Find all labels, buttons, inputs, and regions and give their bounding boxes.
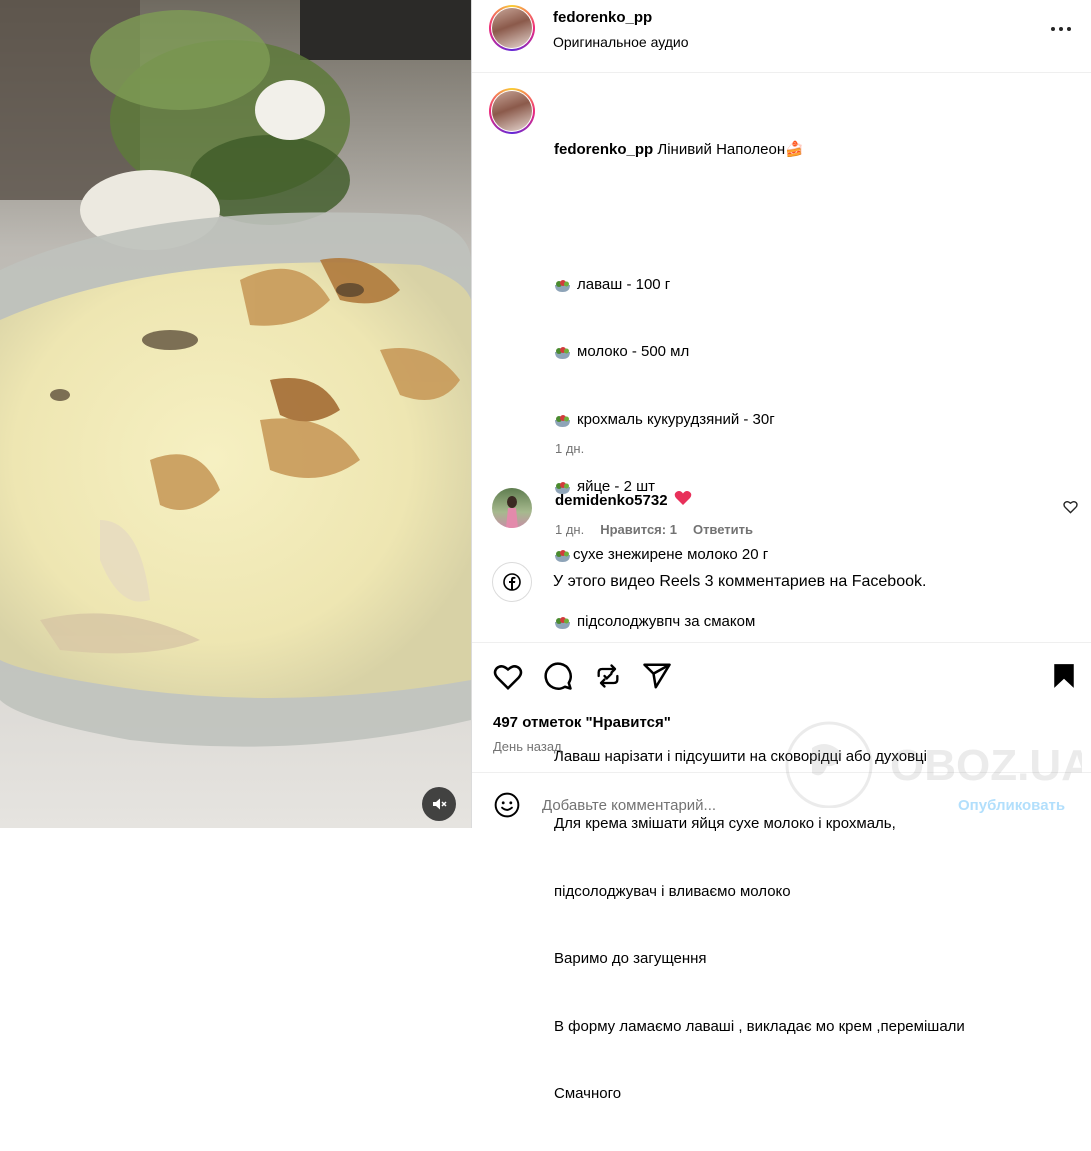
ingredient-text: крохмаль кукурудзяний - 30г: [577, 410, 775, 428]
step-line: Лаваш нарізати і підсушити на сковорідці…: [554, 747, 927, 765]
ingredient-text: підсолоджувпч за смаком: [577, 613, 756, 630]
caption-avatar[interactable]: [489, 88, 535, 134]
facebook-icon: [492, 562, 532, 602]
caption-title: Лінивий Наполеон🍰: [657, 141, 804, 158]
speaker-muted-icon: [433, 798, 447, 810]
commenter-username[interactable]: demidenko5732: [555, 492, 668, 509]
salad-icon: [554, 278, 571, 292]
ingredient-item: підсолоджувпч за смаком: [554, 611, 1054, 634]
video-media[interactable]: [0, 0, 471, 828]
ingredient-text: молоко - 500 мл: [577, 343, 690, 360]
posted-time[interactable]: День назад: [493, 739, 562, 754]
author-username[interactable]: fedorenko_pp: [553, 9, 652, 26]
facebook-note-text: У этого видео Reels 3 комментариев на Fa…: [553, 573, 927, 590]
comment-like-icon[interactable]: [1063, 500, 1078, 514]
share-icon[interactable]: [642, 661, 672, 691]
comment-likes[interactable]: Нравится: 1: [600, 522, 677, 537]
ingredient-item: молоко - 500 мл: [554, 341, 1054, 364]
step-line: В форму ламаємо лаваші , викладає мо кре…: [554, 1017, 965, 1035]
likes-count[interactable]: 497 отметок "Нравится": [493, 714, 671, 731]
caption-username[interactable]: fedorenko_pp: [554, 141, 653, 158]
post-panel: fedorenko_pp Оригинальное аудио fedorenk…: [471, 0, 1091, 1102]
salad-icon: [554, 345, 571, 360]
comment-time[interactable]: 1 дн.: [555, 522, 584, 537]
mute-button[interactable]: [422, 787, 456, 821]
commenter-avatar[interactable]: [492, 488, 532, 528]
comment-item: demidenko5732 1 дн. Нравится: 1 Ответить: [492, 488, 1082, 548]
comment-icon[interactable]: [543, 661, 573, 691]
reply-button[interactable]: Ответить: [693, 522, 753, 537]
publish-button[interactable]: Опубликовать: [958, 797, 1065, 814]
comment-input[interactable]: Добавьте комментарий...: [542, 797, 716, 814]
salad-icon: [554, 548, 571, 562]
ingredient-item: крохмаль кукурудзяний - 30г: [554, 409, 1054, 432]
repost-icon[interactable]: [594, 662, 622, 690]
ingredient-item: лаваш - 100 г: [554, 274, 1054, 297]
heart-emoji: [674, 490, 692, 510]
step-line: Смачного: [554, 1085, 622, 1102]
action-bar: 497 отметок "Нравится" День назад: [472, 642, 1091, 754]
bookmark-icon[interactable]: [1053, 663, 1075, 689]
caption-time[interactable]: 1 дн.: [555, 441, 584, 456]
salad-icon: [554, 615, 571, 630]
emoji-icon[interactable]: [494, 792, 520, 818]
post-header: fedorenko_pp Оригинальное аудио: [472, 0, 1091, 73]
more-dots-icon[interactable]: [1049, 26, 1073, 32]
salad-icon: [554, 413, 571, 427]
food-image: [0, 0, 471, 828]
caption: fedorenko_pp Лінивий Наполеон🍰 лаваш - 1…: [554, 94, 1054, 1151]
step-line: підсолоджувач і вливаємо молоко: [554, 882, 791, 900]
step-line: Варимо до загущення: [554, 950, 707, 967]
like-icon[interactable]: [493, 663, 523, 691]
author-avatar[interactable]: [489, 5, 535, 51]
comment-composer: Добавьте комментарий... Опубликовать: [472, 772, 1091, 829]
ingredient-text: лаваш - 100 г: [577, 275, 671, 293]
audio-label[interactable]: Оригинальное аудио: [553, 34, 689, 50]
